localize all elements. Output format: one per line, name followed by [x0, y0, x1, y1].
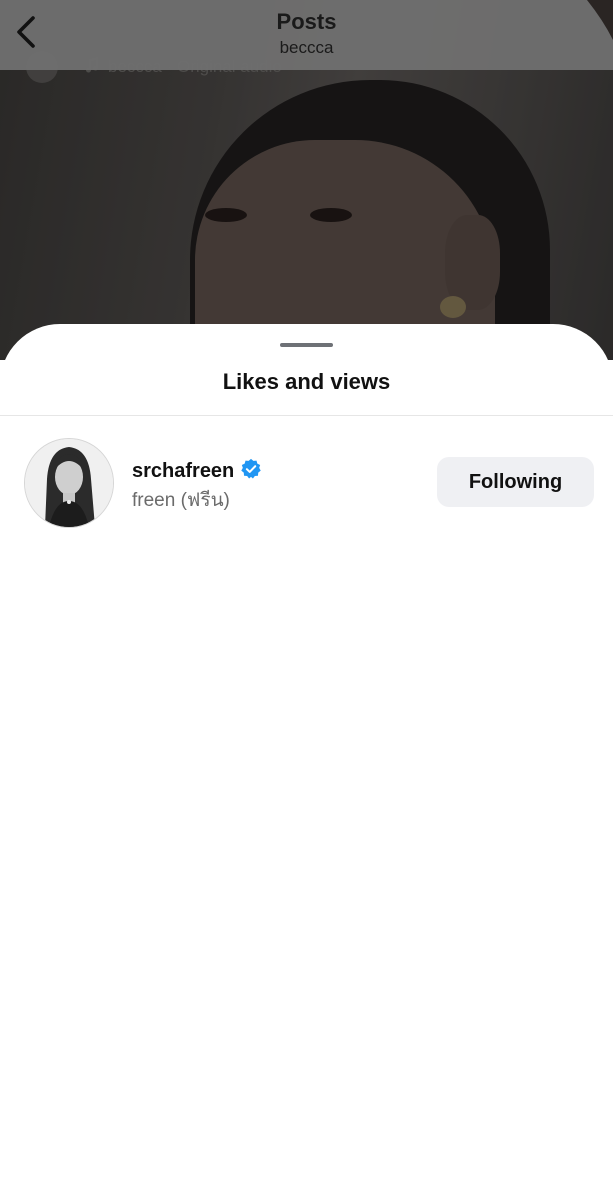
verified-badge-icon: [240, 458, 262, 485]
page-title: Posts: [276, 9, 337, 34]
corner-image-fragment: [587, 0, 613, 40]
username-line: srchafreen: [132, 458, 262, 485]
screen: beccca · Original audio Posts beccca Lik…: [0, 0, 613, 1200]
username[interactable]: srchafreen: [132, 460, 234, 483]
likes-bottom-sheet: Likes and views srchafreen freen (ฟรีน) …: [0, 324, 613, 1200]
avatar[interactable]: [24, 438, 114, 528]
full-name: freen (ฟรีน): [132, 490, 230, 511]
following-button[interactable]: Following: [437, 457, 594, 507]
list-item[interactable]: srchafreen freen (ฟรีน) Following: [0, 436, 613, 528]
page-subtitle: beccca: [279, 38, 334, 57]
sheet-grabber-handle[interactable]: [280, 343, 333, 347]
sheet-title: Likes and views: [222, 369, 391, 394]
top-nav-bar: Posts beccca: [0, 0, 613, 70]
divider: [0, 415, 613, 416]
